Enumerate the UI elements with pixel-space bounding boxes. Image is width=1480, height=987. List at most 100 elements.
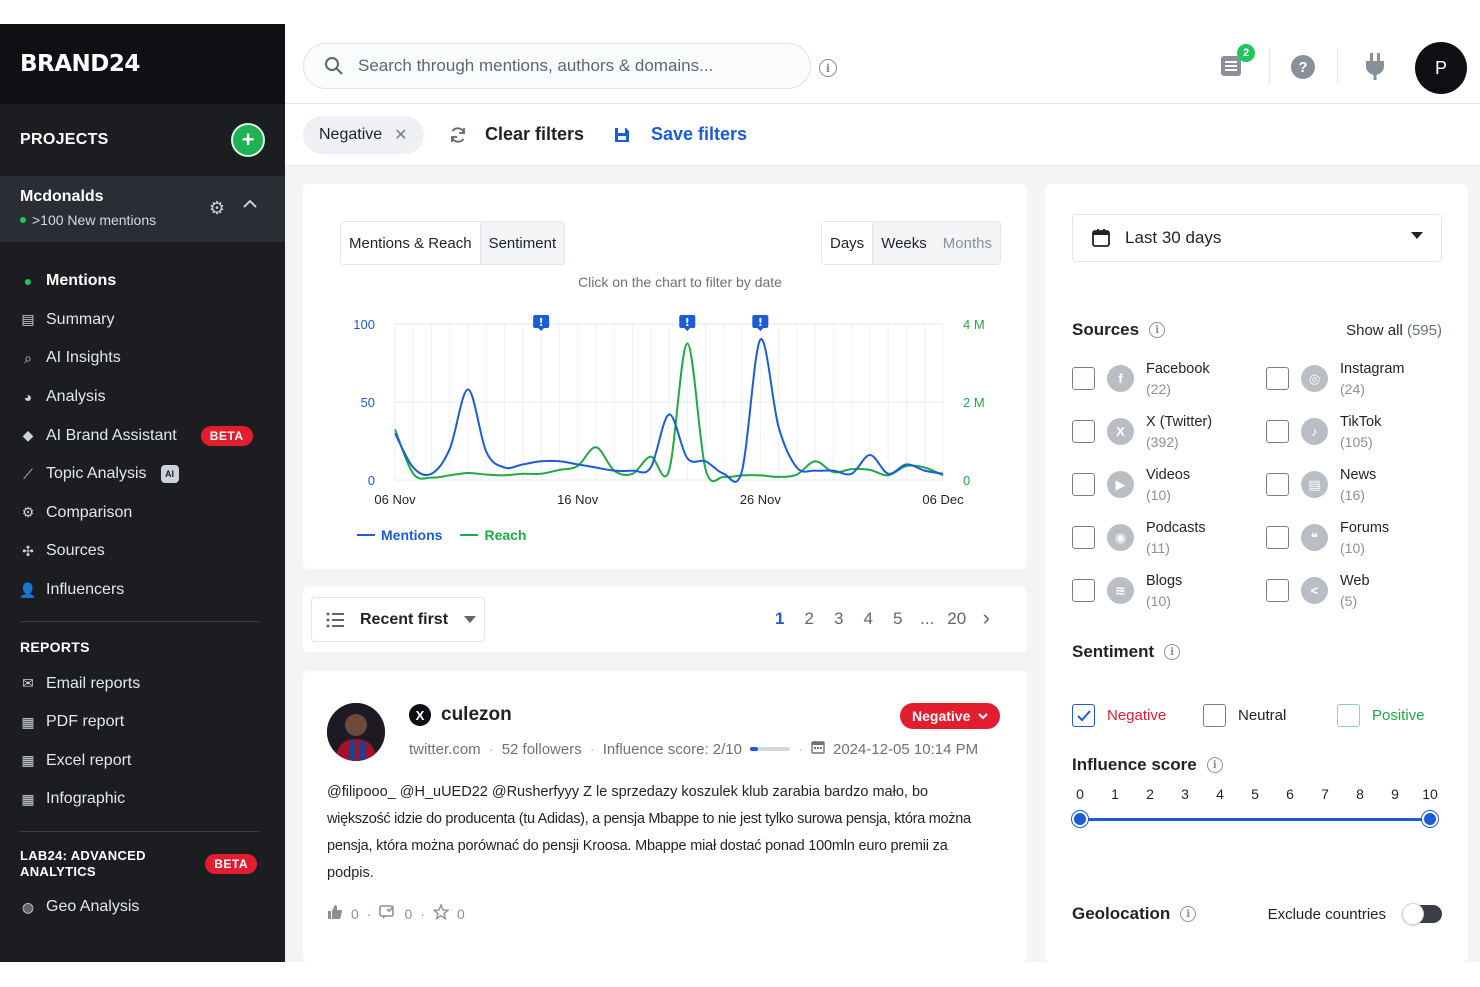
user-avatar[interactable]: P <box>1415 42 1467 94</box>
alert-marker-icon[interactable]: ! <box>752 315 769 331</box>
source-checkbox[interactable] <box>1072 367 1095 390</box>
page-2[interactable]: 2 <box>795 609 825 629</box>
sidebar-item-geo-analysis[interactable]: ◍ Geo Analysis <box>0 888 285 927</box>
caret-down-icon <box>464 615 477 623</box>
notifications-button[interactable]: 2 <box>1219 44 1255 78</box>
sentiment-checkbox[interactable] <box>1203 704 1226 727</box>
active-filter-chip[interactable]: Negative ✕ <box>303 116 424 154</box>
influence-slider-min-handle[interactable] <box>1072 811 1088 827</box>
sidebar-item-comparison[interactable]: ⚙ Comparison <box>0 494 285 533</box>
author-name[interactable]: X culezon <box>409 704 512 726</box>
source-checkbox[interactable] <box>1072 526 1095 549</box>
source-checkbox[interactable] <box>1266 473 1289 496</box>
source-text: Blogs (10) <box>1146 572 1182 612</box>
source-news[interactable]: ▤ News (16) <box>1266 466 1376 506</box>
source-checkbox[interactable] <box>1266 579 1289 602</box>
sidebar-item-mentions[interactable]: ● Mentions <box>0 262 285 301</box>
legend-reach[interactable]: Reach <box>460 527 526 543</box>
search-box[interactable] <box>303 43 811 89</box>
source-name: X (Twitter) <box>1146 414 1213 430</box>
sidebar-item-excel-report[interactable]: ▦ Excel report <box>0 742 285 781</box>
thumbs-up-icon[interactable] <box>327 904 343 923</box>
save-filters-button[interactable]: Save filters <box>613 124 747 145</box>
close-icon[interactable]: ✕ <box>394 125 407 145</box>
add-project-button[interactable]: + <box>231 123 265 157</box>
star-icon[interactable] <box>432 903 450 923</box>
source-name: Blogs <box>1146 573 1183 589</box>
sentiment-badge[interactable]: Negative <box>900 703 1001 729</box>
sidebar-item-ai-insights[interactable]: ⌕ AI Insights <box>0 339 285 378</box>
share-icon[interactable] <box>379 904 396 923</box>
sidebar-item-ai-brand-assistant[interactable]: ◆ AI Brand Assistant BETA <box>0 416 285 455</box>
source-count: (10) <box>1146 487 1171 503</box>
sidebar-item-email-reports[interactable]: ✉ Email reports <box>0 664 285 703</box>
source-checkbox[interactable] <box>1072 420 1095 443</box>
x-twitter-icon: X <box>409 704 431 726</box>
info-icon[interactable]: i <box>1164 644 1181 660</box>
domain-link[interactable]: twitter.com <box>409 741 481 758</box>
source-blogs[interactable]: ≋ Blogs (10) <box>1072 572 1182 612</box>
legend-mentions[interactable]: Mentions <box>357 527 442 543</box>
info-icon[interactable]: i <box>1206 757 1223 773</box>
alert-marker-icon[interactable]: ! <box>533 315 550 331</box>
influence-tick-label: 7 <box>1321 786 1329 802</box>
lab-header: LAB24: ADVANCED ANALYTICS BETA <box>0 844 285 884</box>
sentiment-option-negative[interactable]: Negative <box>1072 704 1166 727</box>
date-range-dropdown[interactable]: Last 30 days <box>1072 214 1442 262</box>
source-checkbox[interactable] <box>1072 579 1095 602</box>
source-facebook[interactable]: f Facebook (22) <box>1072 360 1210 400</box>
app-window: BRAND24 PROJECTS + Mcdonalds >100 New me… <box>0 24 1480 962</box>
sort-dropdown[interactable]: Recent first <box>311 597 485 642</box>
project-selector[interactable]: Mcdonalds >100 New mentions ⚙ <box>0 176 285 242</box>
sources-header: Sources i <box>1072 320 1166 340</box>
sentiment-checkbox[interactable] <box>1337 704 1360 727</box>
show-all-sources-link[interactable]: Show all (595) <box>1346 322 1442 339</box>
sidebar-item-pdf-report[interactable]: ▦ PDF report <box>0 703 285 742</box>
sidebar-item-infographic[interactable]: ▦ Infographic <box>0 780 285 819</box>
sidebar-item-topic-analysis[interactable]: ⟋ Topic Analysis AI <box>0 455 285 494</box>
source-videos[interactable]: ▶ Videos (10) <box>1072 466 1190 506</box>
sentiment-option-neutral[interactable]: Neutral <box>1203 704 1286 727</box>
chevron-up-icon[interactable] <box>243 196 257 214</box>
sidebar-item-sources[interactable]: ✣ Sources <box>0 532 285 571</box>
caret-down-icon <box>1411 232 1423 239</box>
page-3[interactable]: 3 <box>824 609 854 629</box>
sentiment-checkbox[interactable] <box>1072 704 1095 727</box>
sentiment-option-positive[interactable]: Positive <box>1337 704 1425 727</box>
sidebar-item-influencers[interactable]: 👤 Influencers <box>0 571 285 610</box>
source-instagram[interactable]: ◎ Instagram (24) <box>1266 360 1404 400</box>
info-icon[interactable]: i <box>1149 322 1166 338</box>
exclude-countries-toggle[interactable] <box>1402 903 1442 925</box>
gear-icon[interactable]: ⚙ <box>209 198 225 219</box>
search-input[interactable] <box>358 56 778 76</box>
project-status-text: >100 New mentions <box>32 212 157 228</box>
source-x-twitter-[interactable]: X X (Twitter) (392) <box>1072 413 1212 453</box>
influence-slider-track[interactable] <box>1080 818 1430 821</box>
page-20[interactable]: 20 <box>942 609 972 629</box>
info-icon[interactable]: i <box>819 59 837 77</box>
brand-logo[interactable]: BRAND24 <box>0 24 285 104</box>
source-forums[interactable]: ❝ Forums (10) <box>1266 519 1389 559</box>
sidebar-item-summary[interactable]: ▤ Summary <box>0 301 285 340</box>
source-checkbox[interactable] <box>1266 420 1289 443</box>
source-checkbox[interactable] <box>1266 367 1289 390</box>
mentions-reach-chart[interactable]: 100 50 0 4 M 2 M 0 06 Nov 16 Nov 26 Nov 06 Dec!!! <box>303 184 1027 524</box>
envelope-icon: ✉ <box>22 675 34 692</box>
info-icon[interactable]: i <box>1180 906 1197 922</box>
alert-marker-icon[interactable]: ! <box>679 315 696 331</box>
source-web[interactable]: < Web (5) <box>1266 572 1370 612</box>
page-5[interactable]: 5 <box>883 609 913 629</box>
chevron-right-icon[interactable]: › <box>972 607 1002 629</box>
plug-icon[interactable] <box>1363 52 1387 80</box>
author-avatar[interactable] <box>327 703 385 761</box>
clear-filters-button[interactable]: Clear filters <box>449 124 584 145</box>
source-tiktok[interactable]: ♪ TikTok (105) <box>1266 413 1381 453</box>
sidebar-item-analysis[interactable]: ◕ Analysis <box>0 378 285 417</box>
source-checkbox[interactable] <box>1072 473 1095 496</box>
source-checkbox[interactable] <box>1266 526 1289 549</box>
page-4[interactable]: 4 <box>854 609 884 629</box>
source-podcasts[interactable]: ◉ Podcasts (11) <box>1072 519 1206 559</box>
influence-slider-max-handle[interactable] <box>1422 811 1438 827</box>
help-icon[interactable]: ? <box>1291 55 1315 79</box>
page-1[interactable]: 1 <box>765 609 795 629</box>
